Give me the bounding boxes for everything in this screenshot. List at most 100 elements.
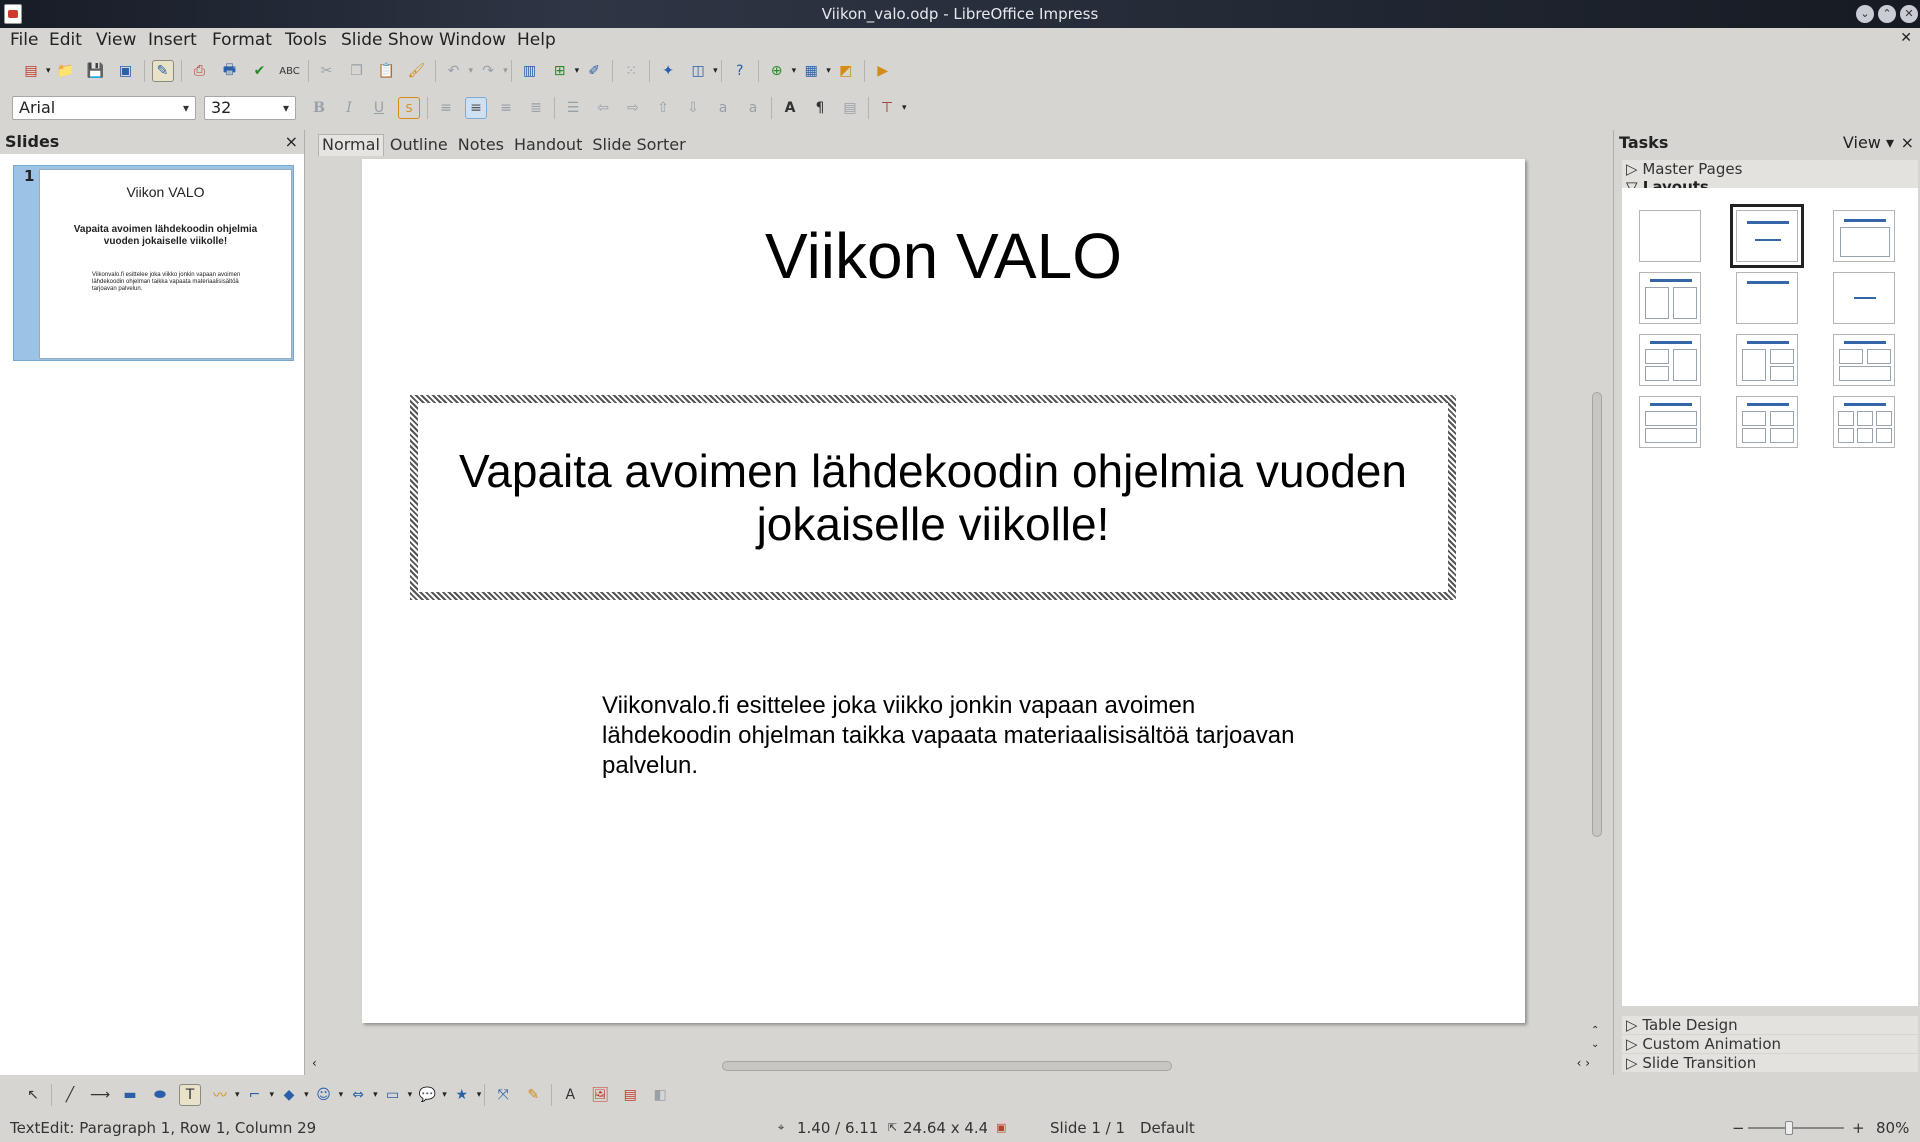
tasks-view-menu[interactable]: View ▾ — [1843, 130, 1894, 156]
layout-centered-text[interactable] — [1833, 272, 1895, 324]
layout-title-6-content[interactable] — [1833, 396, 1895, 448]
font-name-select[interactable]: Arial ▾ — [12, 96, 196, 120]
menu-view[interactable]: View — [96, 30, 136, 50]
table-icon[interactable]: ⊞ — [549, 60, 571, 82]
layout-title-content-over-content[interactable] — [1639, 396, 1701, 448]
menu-format[interactable]: Format — [212, 30, 272, 50]
tab-normal[interactable]: Normal — [318, 134, 384, 156]
block-arrows-icon[interactable]: ⇔ — [347, 1084, 369, 1106]
scroll-right-icon[interactable]: ‹ › — [1577, 1056, 1590, 1070]
navigator-icon[interactable]: ✦ — [657, 60, 679, 82]
copy-icon[interactable]: ❐ — [346, 60, 368, 82]
curve-icon[interactable]: 〰 — [209, 1084, 231, 1106]
select-arrow-icon[interactable]: ↖ — [22, 1084, 44, 1106]
layout-title-content-2-content[interactable] — [1736, 334, 1798, 386]
section-master-pages[interactable]: ▷ Master Pages — [1622, 160, 1918, 178]
align-left-icon[interactable]: ≡ — [435, 97, 457, 119]
scroll-down-icon[interactable]: ⌄ — [1591, 1039, 1599, 1050]
subtitle-textbox[interactable]: Vapaita avoimen lähdekoodin ohjelmia vuo… — [410, 395, 1456, 600]
layout-title-4-content[interactable] — [1736, 396, 1798, 448]
close-icon[interactable]: × — [1901, 130, 1914, 156]
justify-icon[interactable]: ≣ — [525, 97, 547, 119]
promote-icon[interactable]: ⇦ — [592, 97, 614, 119]
gallery-icon[interactable]: ▤ — [619, 1084, 641, 1106]
move-up-icon[interactable]: ⇧ — [652, 97, 674, 119]
grid-icon[interactable]: ⁙ — [620, 60, 642, 82]
move-down-icon[interactable]: ⇩ — [682, 97, 704, 119]
vertical-scroll-thumb[interactable] — [1592, 392, 1602, 837]
layout-title-2-content-content[interactable] — [1639, 334, 1701, 386]
line-icon[interactable]: ╱ — [59, 1084, 81, 1106]
save-icon[interactable]: 💾 — [85, 60, 107, 82]
increase-font-icon[interactable]: a — [712, 97, 734, 119]
shadow-icon[interactable]: S — [398, 97, 420, 119]
text-tool-icon[interactable]: T — [179, 1084, 201, 1106]
slide-design-icon[interactable]: ◩ — [835, 60, 857, 82]
close-icon[interactable]: × — [285, 130, 298, 154]
cut-icon[interactable]: ✂ — [316, 60, 338, 82]
callouts-icon[interactable]: 💬 — [416, 1084, 438, 1106]
slide-title[interactable]: Viikon VALO — [362, 219, 1525, 293]
zoom-slider[interactable] — [1748, 1127, 1844, 1129]
tab-outline[interactable]: Outline — [386, 134, 452, 156]
layout-title-only[interactable] — [1736, 272, 1798, 324]
symbol-shapes-icon[interactable]: ☺ — [313, 1084, 335, 1106]
scroll-up-icon[interactable]: ⌃ — [1591, 1025, 1599, 1036]
show-draw-functions-icon[interactable]: ✐ — [583, 60, 605, 82]
tab-notes[interactable]: Notes — [454, 134, 508, 156]
menu-tools[interactable]: Tools — [285, 30, 327, 50]
italic-icon[interactable]: I — [338, 97, 360, 119]
section-slide-transition[interactable]: ▷ Slide Transition — [1622, 1054, 1918, 1072]
email-icon[interactable]: ▣ — [115, 60, 137, 82]
align-right-icon[interactable]: ≡ — [495, 97, 517, 119]
section-table-design[interactable]: ▷ Table Design — [1622, 1016, 1918, 1034]
paste-icon[interactable]: 📋 — [376, 60, 398, 82]
paragraph-icon[interactable]: ¶ — [809, 97, 831, 119]
status-zoom[interactable]: 80% — [1876, 1114, 1909, 1142]
slide-layout-icon[interactable]: ▦ — [800, 60, 822, 82]
underline-icon[interactable]: U — [368, 97, 390, 119]
slide-thumbnail-item[interactable]: 1 Viikon VALO Vapaita avoimen lähdekoodi… — [13, 165, 294, 361]
edit-file-icon[interactable]: ✎ — [151, 60, 174, 82]
bullets-icon[interactable]: ☰ — [562, 97, 584, 119]
menu-help[interactable]: Help — [517, 30, 556, 50]
print-icon[interactable]: 🖶 — [219, 60, 241, 82]
flowchart-icon[interactable]: ▭ — [382, 1084, 404, 1106]
text-direction-icon[interactable]: ⊤ — [876, 97, 898, 119]
from-file-icon[interactable]: 🖼 — [589, 1084, 611, 1106]
slide-thumbnail[interactable]: Viikon VALO Vapaita avoimen lähdekoodin … — [39, 169, 292, 359]
rectangle-icon[interactable]: ▬ — [119, 1084, 141, 1106]
layout-title-slide[interactable] — [1730, 204, 1804, 268]
stars-icon[interactable]: ★ — [451, 1084, 473, 1106]
layout-title-2-content[interactable] — [1639, 272, 1701, 324]
layout-title-2-content-over-content[interactable] — [1833, 334, 1895, 386]
line-arrow-icon[interactable]: ⟶ — [89, 1084, 111, 1106]
zoom-icon[interactable]: ◫ — [687, 60, 709, 82]
section-custom-animation[interactable]: ▷ Custom Animation — [1622, 1035, 1918, 1053]
menu-file[interactable]: File — [10, 30, 38, 50]
extrusion-icon[interactable]: ◧ — [649, 1084, 671, 1106]
minimize-button[interactable]: ⌄ — [1856, 5, 1874, 23]
close-window-button[interactable]: ✕ — [1900, 5, 1918, 23]
connector-icon[interactable]: ⌐ — [244, 1084, 266, 1106]
menu-window[interactable]: Window — [439, 30, 506, 50]
zoom-slider-handle[interactable] — [1785, 1121, 1793, 1135]
autospell-icon[interactable]: ABC — [279, 60, 301, 82]
chart-icon[interactable]: ▥ — [519, 60, 541, 82]
close-document-icon[interactable]: ✕ — [1900, 30, 1912, 46]
basic-shapes-icon[interactable]: ◆ — [278, 1084, 300, 1106]
redo-icon[interactable]: ↷ — [477, 60, 499, 82]
modified-icon[interactable]: ▣ — [996, 1114, 1006, 1142]
new-slide-icon[interactable]: ⊕ — [766, 60, 788, 82]
layout-blank[interactable] — [1639, 210, 1701, 262]
bold-icon[interactable]: B — [308, 97, 330, 119]
points-icon[interactable]: ⤧ — [492, 1084, 514, 1106]
slide-subtitle[interactable]: Vapaita avoimen lähdekoodin ohjelmia vuo… — [418, 445, 1448, 551]
layout-title-content[interactable] — [1833, 210, 1895, 262]
slide-body-text[interactable]: Viikonvalo.fi esittelee joka viikko jonk… — [602, 691, 1302, 781]
decrease-font-icon[interactable]: a — [742, 97, 764, 119]
font-size-select[interactable]: 32 ▾ — [204, 96, 296, 120]
tab-handout[interactable]: Handout — [510, 134, 586, 156]
open-icon[interactable]: 📁 — [55, 60, 77, 82]
ellipse-icon[interactable]: ⬬ — [149, 1084, 171, 1106]
